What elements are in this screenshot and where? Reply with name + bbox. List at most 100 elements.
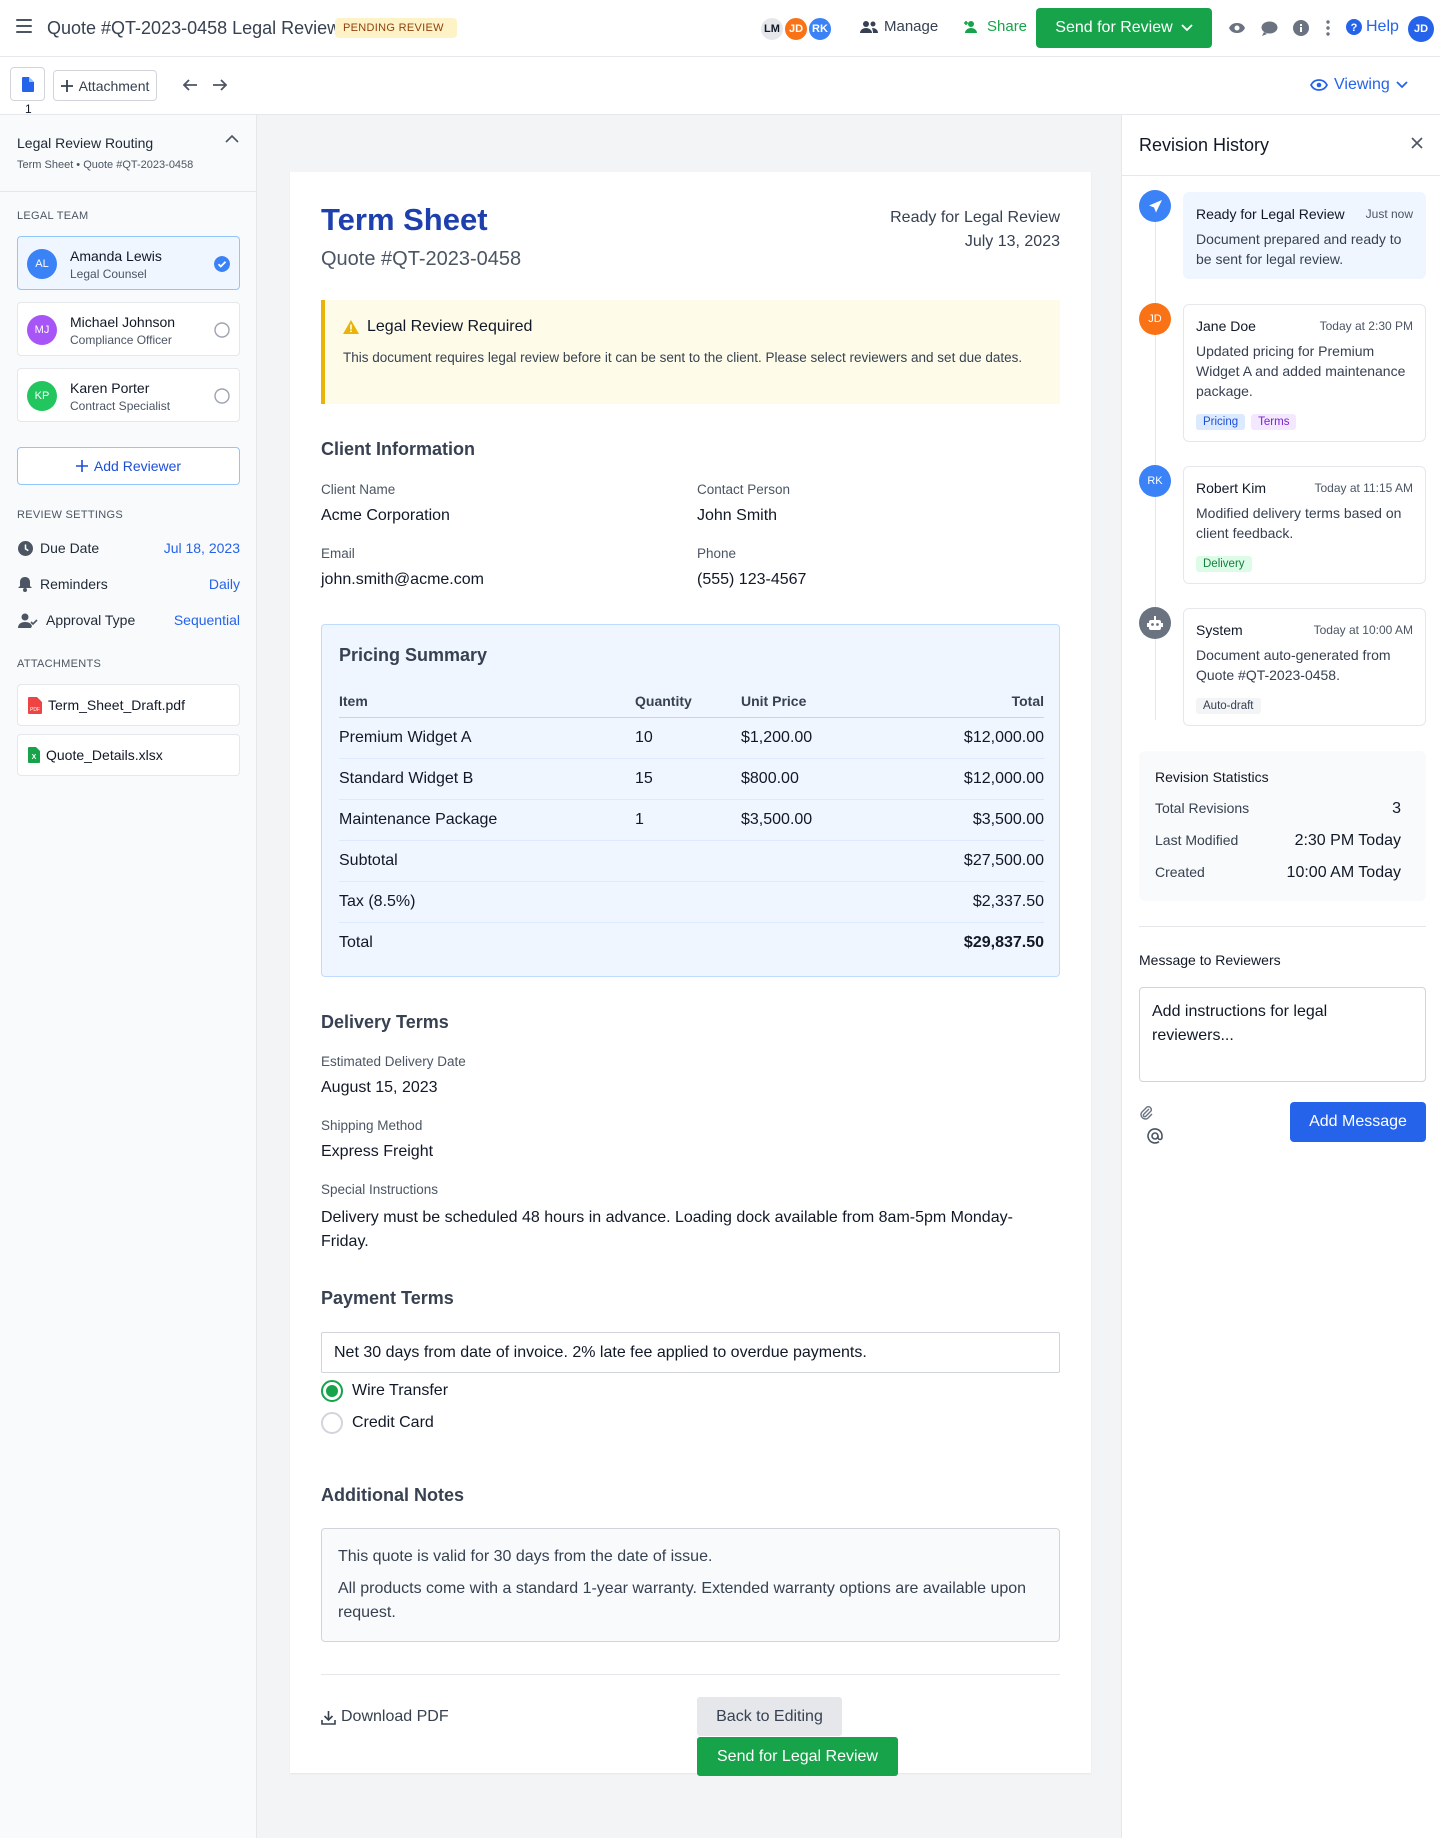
- revision-entry[interactable]: Jane Doe Today at 2:30 PM Updated pricin…: [1183, 304, 1426, 442]
- payment-method-wire[interactable]: Wire Transfer: [321, 1380, 448, 1402]
- divider: [1139, 926, 1426, 927]
- pricing-summary: Pricing Summary Item Quantity Unit Price…: [321, 624, 1060, 977]
- reviewer-card[interactable]: AL Amanda Lewis Legal Counsel: [17, 236, 240, 290]
- reviewer-card[interactable]: KP Karen Porter Contract Specialist: [17, 368, 240, 422]
- alert-title: Legal Review Required: [367, 318, 533, 335]
- empty-circle-icon[interactable]: [214, 322, 230, 338]
- revision-time: Today at 11:15 AM: [1314, 481, 1413, 495]
- add-reviewer-button[interactable]: Add Reviewer: [17, 447, 240, 485]
- document-icon: [21, 76, 34, 92]
- check-circle-icon[interactable]: [214, 256, 230, 272]
- note-text: This quote is valid for 30 days from the…: [338, 1548, 713, 1565]
- unit-price-cell: $3,500.00: [741, 799, 891, 841]
- radio-unselected[interactable]: [321, 1412, 343, 1434]
- email-value: john.smith@acme.com: [321, 571, 484, 588]
- payment-method-card[interactable]: Credit Card: [321, 1412, 434, 1434]
- column-header: Item: [339, 685, 635, 718]
- item-cell: Premium Widget A: [339, 717, 635, 759]
- avatar[interactable]: RK: [807, 16, 833, 42]
- reviewer-role: Contract Specialist: [70, 399, 171, 413]
- send-for-review-button[interactable]: Send for Review: [1036, 8, 1212, 48]
- attachment-name: Quote_Details.xlsx: [46, 747, 163, 763]
- special-instructions-value: Delivery must be scheduled 48 hours in a…: [321, 1209, 1013, 1250]
- field-label: Special Instructions: [321, 1182, 439, 1197]
- field-label: Shipping Method: [321, 1118, 423, 1133]
- revision-entry[interactable]: System Today at 10:00 AM Document auto-g…: [1183, 608, 1426, 726]
- field-label: Email: [321, 546, 355, 561]
- users-icon: [860, 20, 878, 33]
- send-for-legal-review-button[interactable]: Send for Legal Review: [697, 1737, 898, 1776]
- revision-entry[interactable]: Robert Kim Today at 11:15 AM Modified de…: [1183, 466, 1426, 584]
- add-attachment-button[interactable]: Attachment: [53, 70, 157, 101]
- attachment-item[interactable]: PDF Term_Sheet_Draft.pdf: [17, 684, 240, 726]
- page-thumbnail-button[interactable]: [10, 67, 45, 101]
- stat-row: Last Modified 2:30 PM Today: [1155, 832, 1401, 850]
- revision-entry[interactable]: Ready for Legal Review Just now Document…: [1183, 192, 1426, 279]
- menu-icon[interactable]: [16, 19, 32, 33]
- viewing-label: Viewing: [1334, 76, 1390, 93]
- share-button[interactable]: Share: [963, 18, 1027, 35]
- divider: [1122, 175, 1440, 176]
- avatar[interactable]: JD: [783, 16, 809, 42]
- total-cell: $3,500.00: [891, 799, 1044, 841]
- paperclip-icon[interactable]: [1139, 1105, 1153, 1121]
- setting-value[interactable]: Jul 18, 2023: [164, 540, 240, 556]
- setting-value[interactable]: Daily: [209, 576, 240, 592]
- setting-reminders[interactable]: Reminders Daily: [17, 574, 240, 594]
- manage-button[interactable]: Manage: [860, 18, 938, 35]
- table-header-row: Item Quantity Unit Price Total: [339, 685, 1044, 718]
- add-reviewer-label: Add Reviewer: [93, 458, 182, 474]
- tag-badge: Terms: [1251, 414, 1297, 430]
- robot-icon: [1139, 607, 1171, 639]
- shipping-method-value: Express Freight: [321, 1143, 434, 1160]
- quantity-cell: 1: [635, 799, 741, 841]
- attachment-item[interactable]: X Quote_Details.xlsx: [17, 734, 240, 776]
- tag-badge: Auto-draft: [1196, 698, 1261, 714]
- arrow-left-icon[interactable]: [181, 76, 199, 94]
- chevron-down-icon: [1181, 24, 1193, 32]
- panel-title: Revision History: [1139, 135, 1270, 155]
- viewing-mode-dropdown[interactable]: Viewing: [1310, 76, 1408, 94]
- note-text: All products come with a standard 1-year…: [338, 1580, 1027, 1621]
- setting-due-date[interactable]: Due Date Jul 18, 2023: [17, 538, 240, 558]
- tag-badge: Pricing: [1196, 414, 1246, 430]
- subtotal-label: Subtotal: [339, 840, 635, 882]
- field-label: Contact Person: [697, 482, 791, 497]
- payment-terms-field[interactable]: [321, 1332, 1060, 1373]
- routing-subtitle: Term Sheet • Quote #QT-2023-0458: [17, 159, 194, 171]
- stat-row: Total Revisions 3: [1155, 800, 1401, 818]
- arrow-right-icon[interactable]: [211, 76, 229, 94]
- radio-selected[interactable]: [321, 1380, 343, 1402]
- warning-icon: [343, 320, 359, 334]
- back-to-editing-button[interactable]: Back to Editing: [697, 1697, 842, 1736]
- revision-author: Jane Doe: [1196, 318, 1256, 334]
- close-icon[interactable]: [1411, 137, 1423, 149]
- empty-circle-icon[interactable]: [214, 388, 230, 404]
- add-message-button[interactable]: Add Message: [1290, 1102, 1426, 1142]
- message-textarea[interactable]: [1139, 987, 1426, 1082]
- reviewer-card[interactable]: MJ Michael Johnson Compliance Officer: [17, 302, 240, 356]
- stat-value: 3: [1392, 800, 1401, 817]
- comment-icon[interactable]: [1259, 18, 1279, 38]
- send-for-review-label: Send for Review: [1055, 19, 1173, 36]
- eye-icon[interactable]: [1227, 18, 1247, 38]
- setting-value[interactable]: Sequential: [174, 612, 240, 628]
- total-cell: $12,000.00: [891, 758, 1044, 800]
- client-info-heading: Client Information: [321, 439, 475, 459]
- setting-label: Due Date: [40, 540, 100, 556]
- subtotal-row: Subtotal $27,500.00: [339, 840, 1044, 882]
- help-button[interactable]: ? Help: [1346, 18, 1399, 36]
- more-vertical-icon[interactable]: [1318, 18, 1338, 38]
- payment-terms-heading: Payment Terms: [321, 1288, 454, 1308]
- avatar[interactable]: LM: [759, 16, 785, 42]
- pdf-file-icon: PDF: [28, 696, 42, 714]
- setting-approval-type[interactable]: Approval Type Sequential: [17, 610, 240, 630]
- radio-label: Credit Card: [352, 1414, 434, 1431]
- user-avatar[interactable]: JD: [1408, 16, 1434, 42]
- chevron-up-icon[interactable]: [224, 134, 240, 144]
- stat-value: 2:30 PM Today: [1294, 832, 1401, 849]
- revision-text: Updated pricing for Premium Widget A and…: [1196, 343, 1406, 399]
- download-pdf-link[interactable]: Download PDF: [321, 1708, 449, 1726]
- mention-icon[interactable]: [1147, 1128, 1163, 1144]
- info-icon[interactable]: [1291, 18, 1311, 38]
